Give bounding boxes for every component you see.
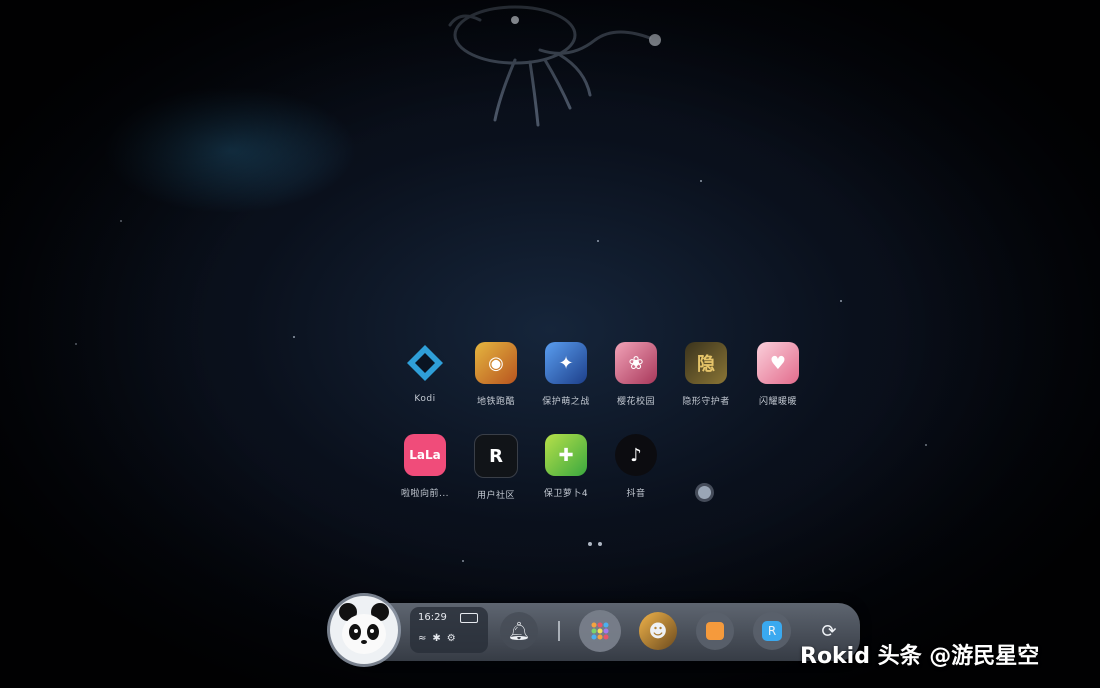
rokid-store-icon: R [762, 621, 782, 641]
app-subway-surfers[interactable]: ◉ 地铁跑酷 [456, 342, 536, 407]
kodi-icon [404, 342, 446, 384]
app-user-community[interactable]: R 用户社区 [456, 434, 536, 501]
orange-app-icon [706, 622, 724, 640]
recent-app-rokid-store-button[interactable]: R [753, 612, 791, 650]
carrot-defense-icon: ✚ [545, 434, 587, 476]
recent-app-game-button[interactable]: ☻ [639, 612, 677, 650]
app-shining-nikki[interactable]: ♥ 闪耀暖暖 [738, 342, 818, 407]
wifi-icon: ≈ [418, 633, 433, 644]
shining-nikki-icon: ♥ [757, 342, 799, 384]
invisible-guardian-icon: 隐 [685, 342, 727, 384]
cute-battle-icon: ✦ [545, 342, 587, 384]
lala-icon: LaLa [404, 434, 446, 476]
battery-icon [460, 613, 478, 623]
recent-app-orange-button[interactable] [696, 612, 734, 650]
bluetooth-icon: ✱ [432, 633, 447, 644]
page-dot[interactable] [598, 542, 602, 546]
app-lala[interactable]: LaLa 啦啦向前... [385, 434, 465, 499]
app-invisible-guardian[interactable]: 隐 隐形守护者 [666, 342, 746, 407]
panda-icon [339, 603, 389, 654]
tiktok-icon: ♪ [615, 434, 657, 476]
cursor-dot [698, 486, 711, 499]
notification-button[interactable]: 🔔︎ [500, 612, 538, 650]
bell-icon: 🔔︎ [507, 620, 531, 642]
app-carrot-defense[interactable]: ✚ 保卫萝卜4 [526, 434, 606, 499]
app-sakura-school[interactable]: ❀ 樱花校园 [596, 342, 676, 407]
page-dot[interactable] [588, 542, 592, 546]
rokid-community-icon: R [474, 434, 518, 478]
app-grid-icon [591, 622, 609, 640]
game-character-icon: ☻ [648, 620, 668, 642]
clock-time: 16:29 [418, 612, 447, 623]
status-panel[interactable]: 16:29 ≈✱⚙ [410, 607, 488, 653]
panda-avatar[interactable] [330, 596, 398, 664]
watermark-text: Rokid 头条 @游民星空 [800, 644, 1040, 669]
app-kodi[interactable]: Kodi [385, 342, 465, 404]
app-cute-battle[interactable]: ✦ 保护萌之战 [526, 342, 606, 407]
app-tiktok[interactable]: ♪ 抖音 [596, 434, 676, 499]
status-icons: ≈✱⚙ [418, 633, 462, 644]
subway-surfers-icon: ◉ [475, 342, 517, 384]
app-drawer-button[interactable] [579, 610, 621, 652]
dock-divider [558, 621, 560, 641]
settings-icon: ⚙ [446, 633, 462, 644]
page-indicator[interactable] [588, 531, 608, 550]
anime-girl-icon: ❀ [615, 342, 657, 384]
